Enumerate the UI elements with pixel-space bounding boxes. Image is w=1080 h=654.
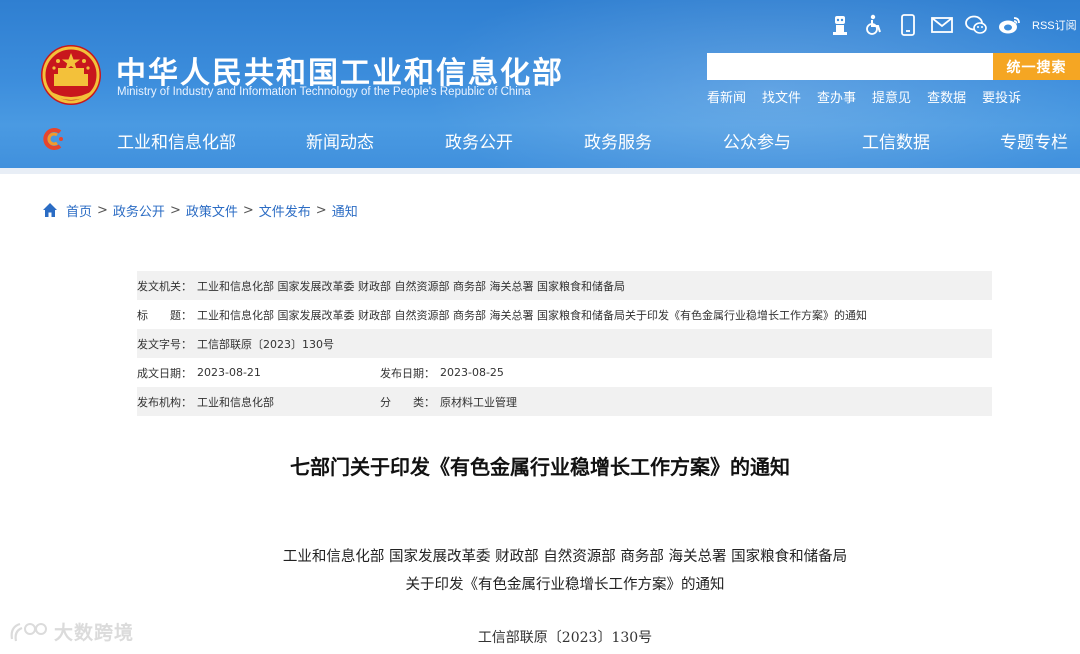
watermark: 大数跨境 bbox=[8, 618, 134, 645]
quick-link-news[interactable]: 看新闻 bbox=[707, 87, 746, 106]
nav-item-news[interactable]: 新闻动态 bbox=[306, 128, 374, 153]
breadcrumb-government-affairs[interactable]: 政务公开 bbox=[113, 201, 165, 220]
breadcrumb-separator: > bbox=[97, 202, 108, 218]
quick-link-data[interactable]: 查数据 bbox=[927, 87, 966, 106]
meta-row-org-category: 发布机构： 工业和信息化部 分 类： 原材料工业管理 bbox=[137, 387, 992, 416]
site-subtitle-english: Ministry of Industry and Information Tec… bbox=[117, 86, 531, 98]
nav-item-public-participation[interactable]: 公众参与 bbox=[723, 128, 791, 153]
meta-label-doc-number: 发文字号： bbox=[137, 337, 192, 351]
meta-value-doc-number: 工信部联原〔2023〕130号 bbox=[197, 337, 334, 351]
breadcrumb-separator: > bbox=[242, 202, 254, 218]
quick-link-feedback[interactable]: 提意见 bbox=[872, 87, 911, 106]
nav-item-government-affairs[interactable]: 政务公开 bbox=[445, 128, 513, 153]
wheelchair-icon[interactable] bbox=[862, 13, 886, 37]
breadcrumb-document-release[interactable]: 文件发布 bbox=[259, 201, 311, 220]
weibo-icon[interactable] bbox=[998, 13, 1022, 37]
breadcrumb: 首页 > 政务公开 > 政策文件 > 文件发布 > 通知 bbox=[42, 200, 358, 220]
meta-row-doc-number: 发文字号： 工信部联原〔2023〕130号 bbox=[137, 329, 992, 358]
document-issuers-line: 工业和信息化部 国家发展改革委 财政部 自然资源部 商务部 海关总署 国家粮食和… bbox=[282, 549, 848, 565]
breadcrumb-separator: > bbox=[169, 202, 181, 218]
utility-icon-bar: RSS订阅 bbox=[828, 12, 1077, 38]
meta-row-issuer: 发文机关： 工业和信息化部 国家发展改革委 财政部 自然资源部 商务部 海关总署… bbox=[137, 271, 992, 300]
meta-label-issuer: 发文机关： bbox=[137, 279, 192, 293]
quick-link-services[interactable]: 查办事 bbox=[817, 87, 856, 106]
meta-value-created-date: 2023-08-21 bbox=[197, 366, 261, 379]
meta-value-org: 工业和信息化部 bbox=[197, 395, 274, 409]
meta-row-dates: 成文日期： 2023-08-21 发布日期： 2023-08-25 bbox=[137, 358, 992, 387]
nav-item-data[interactable]: 工信数据 bbox=[862, 128, 930, 153]
breadcrumb-separator: > bbox=[315, 202, 327, 218]
meta-category-group: 分 类： 原材料工业管理 bbox=[380, 394, 517, 410]
quick-link-complaint[interactable]: 要投诉 bbox=[982, 87, 1021, 106]
meta-label-title: 标 题： bbox=[137, 308, 192, 322]
search-input[interactable] bbox=[707, 53, 993, 80]
meta-value-title: 工业和信息化部 国家发展改革委 财政部 自然资源部 商务部 海关总署 国家粮食和… bbox=[197, 308, 867, 322]
document-metadata-table: 发文机关： 工业和信息化部 国家发展改革委 财政部 自然资源部 商务部 海关总署… bbox=[137, 271, 992, 416]
meta-value-published-date: 2023-08-25 bbox=[440, 366, 504, 379]
wechat-icon[interactable] bbox=[964, 13, 988, 37]
main-navigation: 工业和信息化部 新闻动态 政务公开 政务服务 公众参与 工信数据 专题专栏 bbox=[0, 120, 1080, 162]
document-number-line: 工信部联原〔2023〕130号 bbox=[477, 630, 653, 646]
mobile-phone-icon[interactable] bbox=[896, 13, 920, 37]
header-divider bbox=[0, 168, 1080, 174]
nav-item-government-services[interactable]: 政务服务 bbox=[584, 128, 652, 153]
accessibility-robot-icon[interactable] bbox=[828, 13, 852, 37]
nav-item-special-topics[interactable]: 专题专栏 bbox=[1000, 128, 1068, 153]
meta-published-group: 发布日期： 2023-08-25 bbox=[380, 365, 504, 381]
watermark-text: 大数跨境 bbox=[54, 622, 135, 644]
home-icon[interactable] bbox=[42, 202, 58, 218]
meta-row-title: 标 题： 工业和信息化部 国家发展改革委 财政部 自然资源部 商务部 海关总署 … bbox=[137, 300, 992, 329]
meta-label-org: 发布机构： bbox=[137, 395, 192, 409]
article-title: 七部门关于印发《有色金属行业稳增长工作方案》的通知 bbox=[290, 455, 790, 479]
miit-logo-icon[interactable] bbox=[40, 126, 66, 152]
meta-value-issuer: 工业和信息化部 国家发展改革委 财政部 自然资源部 商务部 海关总署 国家粮食和… bbox=[197, 279, 625, 293]
unified-search-button[interactable]: 统一搜索 bbox=[993, 53, 1080, 80]
meta-label-category: 分 类： bbox=[380, 395, 435, 409]
meta-label-published-date: 发布日期： bbox=[380, 366, 435, 380]
breadcrumb-notice[interactable]: 通知 bbox=[332, 201, 358, 220]
meta-label-created-date: 成文日期： bbox=[137, 366, 192, 380]
national-emblem-icon[interactable] bbox=[40, 44, 102, 106]
site-header: 中华人民共和国工业和信息化部 Ministry of Industry and … bbox=[0, 0, 1080, 174]
quick-links: 看新闻 找文件 查办事 提意见 查数据 要投诉 bbox=[707, 87, 1037, 106]
document-subject-line: 关于印发《有色金属行业稳增长工作方案》的通知 bbox=[405, 577, 725, 593]
quick-link-documents[interactable]: 找文件 bbox=[762, 87, 801, 106]
breadcrumb-policy-documents[interactable]: 政策文件 bbox=[186, 201, 238, 220]
breadcrumb-home[interactable]: 首页 bbox=[66, 201, 92, 220]
watermark-logo-icon bbox=[10, 622, 47, 641]
rss-subscribe-link[interactable]: RSS订阅 bbox=[1032, 17, 1077, 33]
meta-value-category: 原材料工业管理 bbox=[440, 395, 517, 409]
mail-icon[interactable] bbox=[930, 13, 954, 37]
nav-item-ministry[interactable]: 工业和信息化部 bbox=[117, 128, 236, 153]
